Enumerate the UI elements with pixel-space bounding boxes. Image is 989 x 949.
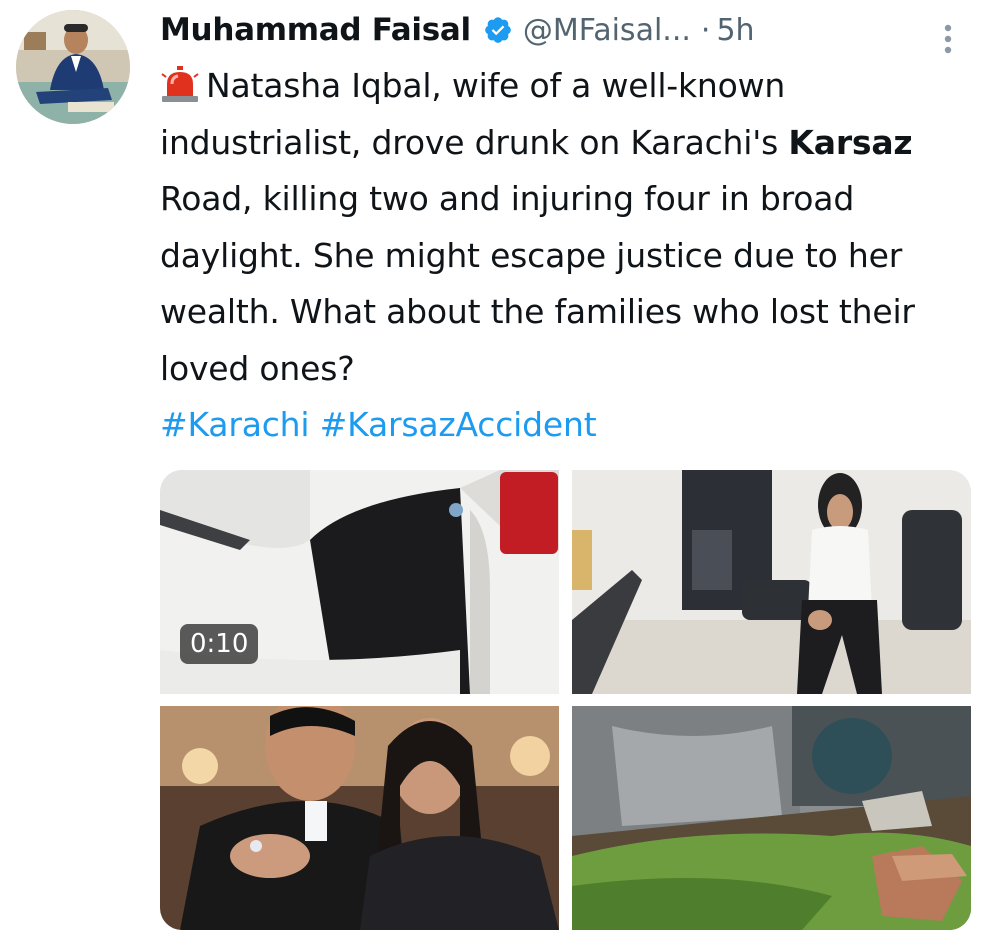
avatar-image	[16, 10, 130, 124]
media-photo-4[interactable]	[572, 706, 971, 930]
police-siren-icon	[160, 63, 200, 102]
media-photo-2[interactable]	[572, 470, 971, 694]
author-name[interactable]: Muhammad Faisal	[160, 12, 471, 48]
separator-dot: ·	[700, 12, 711, 48]
video-thumbnail[interactable]: 0:10	[160, 470, 559, 694]
more-options-icon[interactable]	[938, 18, 958, 58]
verified-badge-icon	[483, 15, 513, 45]
author-handle[interactable]: @MFaisal...	[523, 13, 691, 48]
tweet-timestamp[interactable]: 5h	[716, 13, 754, 48]
couple-image	[160, 706, 559, 930]
tweet-header: Muhammad Faisal @MFaisal... · 5h	[160, 8, 970, 54]
tweet-text-bold: Karsaz	[788, 122, 913, 162]
woman-seated-image	[572, 470, 971, 694]
media-grid: 0:10	[160, 470, 971, 930]
media-photo-3[interactable]	[160, 706, 559, 930]
hashtags-link[interactable]: #Karachi #KarsazAccident	[160, 405, 597, 444]
avatar[interactable]	[16, 10, 130, 124]
tweet-text-part-2: Road, killing two and injuring four in b…	[160, 179, 915, 388]
tweet-text: Natasha Iqbal, wife of a well-known indu…	[160, 58, 972, 454]
video-duration: 0:10	[180, 624, 259, 664]
tweet-text-part-1: Natasha Iqbal, wife of a well-known indu…	[160, 66, 789, 162]
crash-scene-image	[572, 706, 971, 930]
